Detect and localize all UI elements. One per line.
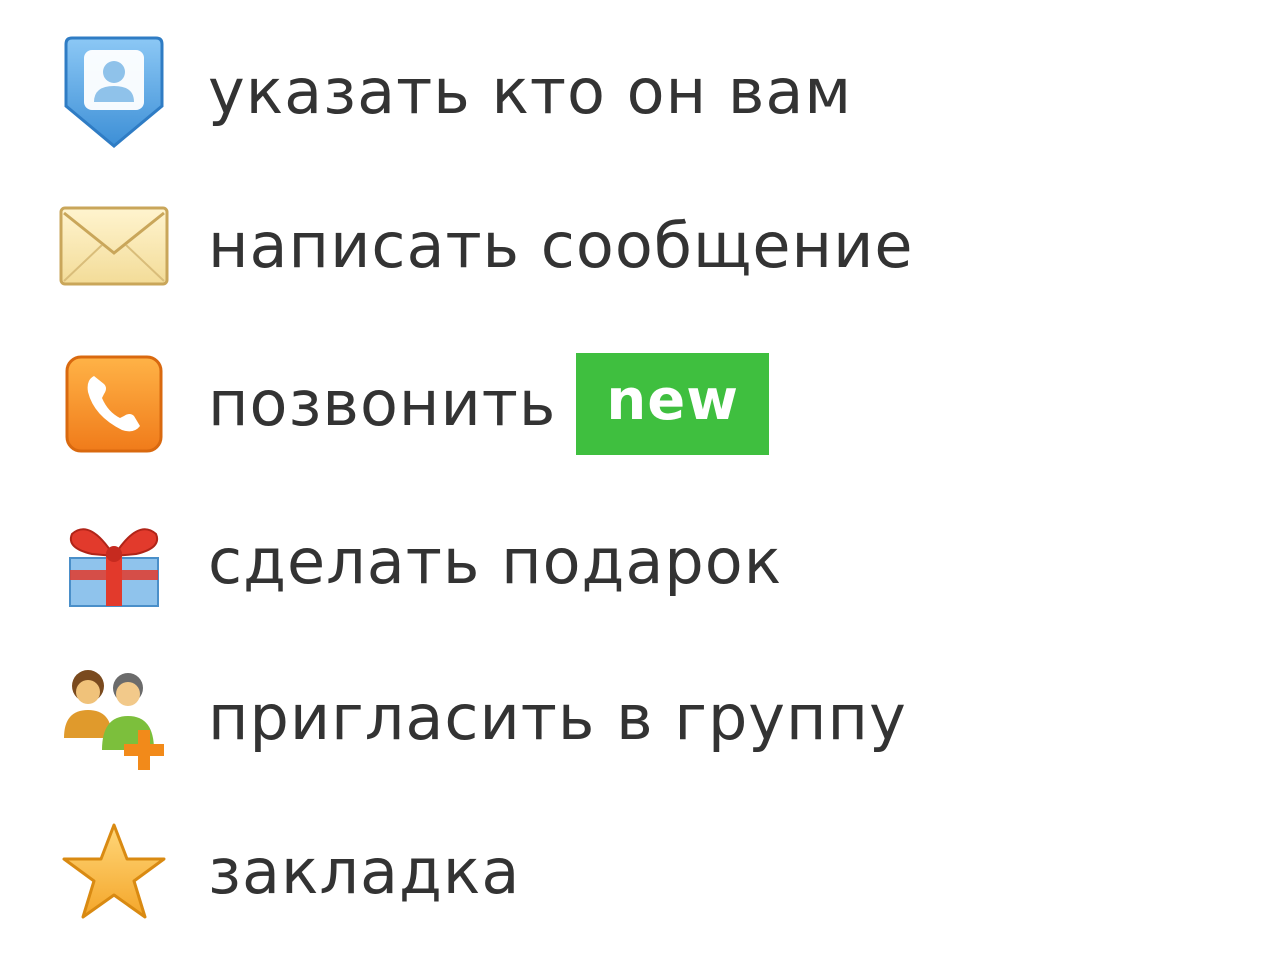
group-add-icon (56, 660, 172, 776)
menu-item-relationship[interactable]: указать кто он вам (56, 32, 852, 152)
menu-item-label-row: позвонить new (208, 353, 769, 455)
phone-icon (56, 346, 172, 462)
menu-item-label: указать кто он вам (208, 55, 853, 128)
menu-item-label: пригласить в группу (208, 681, 907, 754)
star-icon (56, 814, 172, 930)
menu-item-label: позвонить (208, 367, 557, 440)
user-tag-icon (56, 34, 172, 150)
menu-item-invite-group[interactable]: пригласить в группу (56, 658, 907, 778)
new-badge: new (576, 353, 769, 455)
menu-item-call[interactable]: позвонить new (56, 344, 769, 464)
profile-actions-menu: указать кто он вам написать сообщение по… (0, 0, 1280, 960)
menu-item-label: написать сообщение (208, 209, 914, 282)
menu-item-label: сделать подарок (208, 525, 783, 598)
menu-item-label: закладка (208, 835, 521, 908)
envelope-icon (56, 188, 172, 304)
menu-item-message[interactable]: написать сообщение (56, 186, 914, 306)
menu-item-gift[interactable]: сделать подарок (56, 502, 782, 622)
gift-icon (56, 504, 172, 620)
menu-item-bookmark[interactable]: закладка (56, 812, 520, 932)
